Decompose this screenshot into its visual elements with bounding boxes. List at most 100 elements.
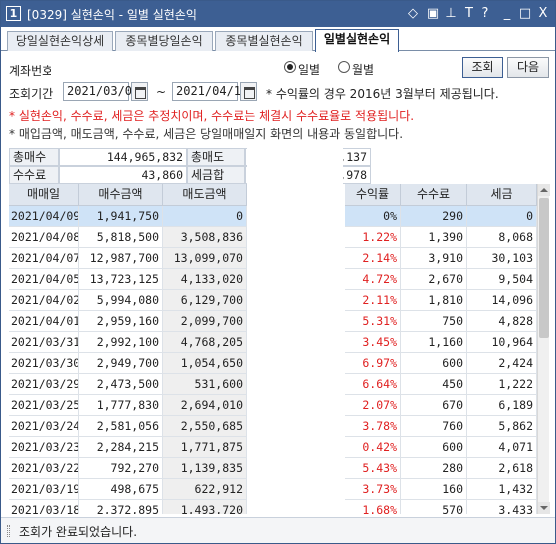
- window-list-icon[interactable]: ▣: [425, 5, 441, 22]
- cell-sell-amount: 1,139,835: [163, 458, 247, 479]
- cell-fee: 600: [401, 353, 467, 374]
- cell-tax: 9,504: [467, 269, 537, 290]
- cell-fee: 670: [401, 395, 467, 416]
- cell-sell-amount: 1,771,875: [163, 437, 247, 458]
- cell-tax: 3,433: [467, 500, 537, 514]
- cell-return-rate: 0%: [345, 206, 401, 227]
- cell-return-rate: 5.31%: [345, 311, 401, 332]
- cell-buy-amount: 5,818,500: [79, 227, 163, 248]
- cell-tax: 2,618: [467, 458, 537, 479]
- cell-tax: 5,862: [467, 416, 537, 437]
- status-grip-icon: [7, 525, 10, 537]
- cell-sell-amount: 2,099,700: [163, 311, 247, 332]
- cell-fee: 600: [401, 437, 467, 458]
- cell-buy-amount: 498,675: [79, 479, 163, 500]
- cell-buy-amount: 5,994,080: [79, 290, 163, 311]
- tab-bar: 당일실현손익상세 종목별당일손익 종목별실현손익 일별실현손익: [1, 29, 555, 52]
- scroll-up-icon[interactable]: [538, 184, 550, 196]
- font-size-button[interactable]: T: [461, 5, 477, 22]
- cell-fee: 3,910: [401, 248, 467, 269]
- cell-return-rate: 0.42%: [345, 437, 401, 458]
- cell-fee: 1,810: [401, 290, 467, 311]
- cell-sell-amount: 0: [163, 206, 247, 227]
- col-header-fee[interactable]: 수수료: [401, 184, 467, 206]
- tab-daily-realized-detail[interactable]: 당일실현손익상세: [7, 31, 113, 51]
- cell-date: 2021/03/30: [9, 353, 79, 374]
- cell-date: 2021/04/07: [9, 248, 79, 269]
- cell-sell-amount: 1,493,720: [163, 500, 247, 514]
- cell-sell-amount: 2,694,010: [163, 395, 247, 416]
- col-header-buy-amount[interactable]: 매수금액: [79, 184, 163, 206]
- cell-date: 2021/04/05: [9, 269, 79, 290]
- cell-return-rate: 3.45%: [345, 332, 401, 353]
- scroll-down-icon[interactable]: [538, 502, 550, 514]
- cell-fee: 290: [401, 206, 467, 227]
- cell-tax: 2,424: [467, 353, 537, 374]
- cell-buy-amount: 2,581,056: [79, 416, 163, 437]
- cell-buy-amount: 13,723,125: [79, 269, 163, 290]
- window-number-badge: 1: [6, 6, 21, 21]
- pin-icon[interactable]: ⊥: [443, 5, 459, 22]
- cell-return-rate: 5.43%: [345, 458, 401, 479]
- cell-tax: 0: [467, 206, 537, 227]
- cell-date: 2021/03/25: [9, 395, 79, 416]
- col-header-tax[interactable]: 세금: [467, 184, 537, 206]
- cell-date: 2021/04/01: [9, 311, 79, 332]
- from-date-input[interactable]: 2021/03/01: [63, 82, 139, 101]
- cell-tax: 8,068: [467, 227, 537, 248]
- to-calendar-icon[interactable]: [240, 82, 257, 101]
- help-button[interactable]: ?: [477, 5, 493, 22]
- cell-return-rate: 1.22%: [345, 227, 401, 248]
- cell-tax: 1,432: [467, 479, 537, 500]
- hidden-pnl-column-mask: [247, 184, 345, 514]
- link-icon[interactable]: ◇: [405, 5, 421, 22]
- scroll-thumb[interactable]: [539, 198, 549, 338]
- cell-return-rate: 2.07%: [345, 395, 401, 416]
- cell-sell-amount: 4,133,020: [163, 269, 247, 290]
- cell-tax: 14,096: [467, 290, 537, 311]
- cell-return-rate: 3.78%: [345, 416, 401, 437]
- cell-fee: 750: [401, 311, 467, 332]
- cell-fee: 280: [401, 458, 467, 479]
- col-header-sell-amount[interactable]: 매도금액: [163, 184, 247, 206]
- minimize-button[interactable]: _: [499, 5, 515, 22]
- period-note: * 수익률의 경우 2016년 3월부터 제공됩니다.: [266, 87, 499, 101]
- total-buy-value: 144,965,832: [59, 148, 187, 166]
- cell-fee: 570: [401, 500, 467, 514]
- cell-date: 2021/03/22: [9, 458, 79, 479]
- status-bar: 조회가 완료되었습니다.: [1, 517, 555, 543]
- estimate-notice: * 실현손익, 수수료, 세금은 추정치이며, 수수료는 체결시 수수료율로 적…: [9, 109, 415, 123]
- cell-date: 2021/04/09: [9, 206, 79, 227]
- tab-daily-realized-pnl[interactable]: 일별실현손익: [315, 29, 399, 52]
- to-date-input[interactable]: 2021/04/10: [172, 82, 248, 101]
- close-button[interactable]: X: [535, 5, 551, 22]
- cell-sell-amount: 4,768,205: [163, 332, 247, 353]
- tab-stock-realized-pnl[interactable]: 종목별실현손익: [215, 31, 313, 51]
- radio-daily[interactable]: [284, 61, 296, 73]
- cell-sell-amount: 2,550,685: [163, 416, 247, 437]
- grid-vertical-scrollbar[interactable]: [537, 184, 550, 514]
- radio-monthly[interactable]: [338, 61, 350, 73]
- app-window: 1 [0329] 실현손익 - 일별 실현손익 ◇ ▣ ⊥ T ? _ □ X …: [0, 0, 556, 544]
- cell-date: 2021/03/19: [9, 479, 79, 500]
- cell-date: 2021/04/08: [9, 227, 79, 248]
- col-header-return-rate[interactable]: 수익률: [345, 184, 401, 206]
- tab-stock-daily-pnl[interactable]: 종목별당일손익: [115, 31, 213, 51]
- cell-return-rate: 1.68%: [345, 500, 401, 514]
- query-button[interactable]: 조회: [462, 57, 503, 78]
- cell-date: 2021/03/18: [9, 500, 79, 514]
- cell-buy-amount: 792,270: [79, 458, 163, 479]
- cell-buy-amount: 1,777,830: [79, 395, 163, 416]
- period-label: 조회기간: [9, 87, 54, 101]
- cell-date: 2021/03/29: [9, 374, 79, 395]
- cell-date: 2021/03/23: [9, 437, 79, 458]
- cell-buy-amount: 2,949,700: [79, 353, 163, 374]
- account-masked-area: [51, 55, 283, 81]
- next-button[interactable]: 다음: [507, 57, 549, 78]
- from-calendar-icon[interactable]: [131, 82, 148, 101]
- maximize-button[interactable]: □: [517, 5, 533, 22]
- cell-return-rate: 2.14%: [345, 248, 401, 269]
- tax-label: 세금합: [187, 166, 245, 184]
- col-header-date[interactable]: 매매일: [9, 184, 79, 206]
- cell-fee: 1,390: [401, 227, 467, 248]
